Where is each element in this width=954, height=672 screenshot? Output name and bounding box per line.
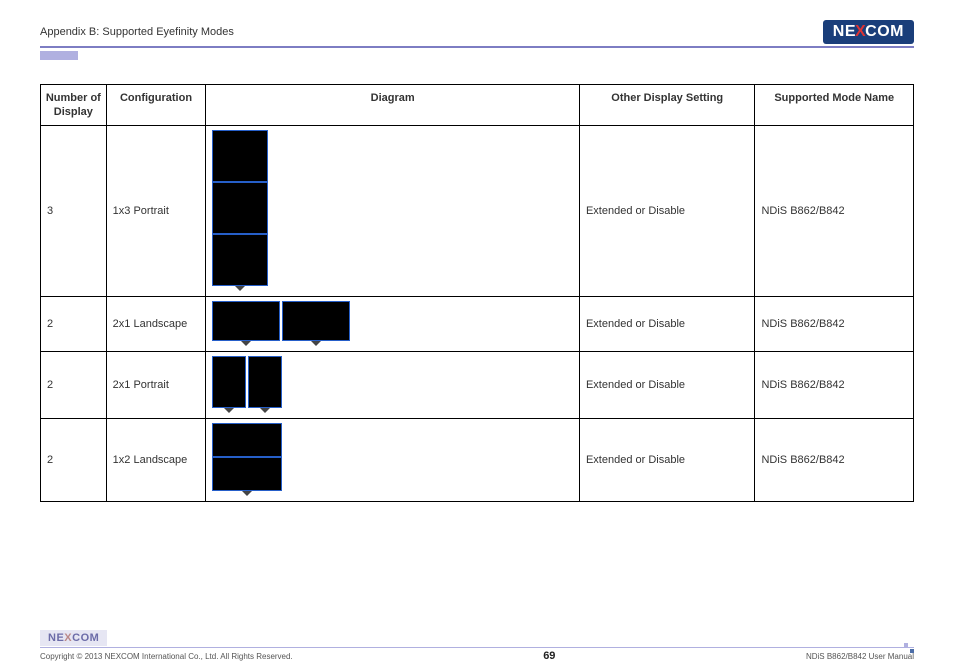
col-head-name: Supported Mode Name [755, 84, 914, 126]
logo-text-pre: NE [833, 23, 856, 41]
col-head-diagram: Diagram [206, 84, 580, 126]
manual-name: NDiS B862/B842 User Manual [806, 652, 914, 661]
monitor-icon [212, 182, 268, 234]
cell-name: NDiS B862/B842 [755, 352, 914, 419]
cell-other: Extended or Disable [579, 126, 755, 297]
cell-number: 2 [41, 352, 107, 419]
monitor-icon [212, 457, 282, 491]
table-row: 3 1x3 Portrait Extended or Disable NDiS … [41, 126, 914, 297]
cell-diagram-2x1-landscape [206, 297, 580, 352]
monitor-icon [212, 301, 280, 341]
col-head-number: Number of Display [41, 84, 107, 126]
copyright-text: Copyright © 2013 NEXCOM International Co… [40, 652, 293, 661]
cell-config: 1x2 Landscape [106, 419, 206, 502]
footer-rule [40, 647, 914, 649]
monitor-icon [248, 356, 282, 408]
logo-text-post: COM [865, 23, 904, 41]
table-row: 2 1x2 Landscape Extended or Disable NDiS… [41, 419, 914, 502]
cell-other: Extended or Disable [579, 297, 755, 352]
monitor-row [212, 301, 573, 341]
cell-diagram-1x3-portrait [206, 126, 580, 297]
eyefinity-modes-table: Number of Display Configuration Diagram … [40, 84, 914, 503]
cell-other: Extended or Disable [579, 419, 755, 502]
header-rule [40, 46, 914, 48]
monitor-icon [212, 234, 268, 286]
cell-config: 1x3 Portrait [106, 126, 206, 297]
cell-number: 3 [41, 126, 107, 297]
cell-name: NDiS B862/B842 [755, 419, 914, 502]
cell-diagram-1x2-landscape [206, 419, 580, 502]
col-head-config: Configuration [106, 84, 206, 126]
col-head-other: Other Display Setting [579, 84, 755, 126]
table-row: 2 2x1 Landscape Extended or Disable NDiS… [41, 297, 914, 352]
cell-config: 2x1 Portrait [106, 352, 206, 419]
page-header: Appendix B: Supported Eyefinity Modes NE… [40, 20, 914, 44]
appendix-title: Appendix B: Supported Eyefinity Modes [40, 26, 234, 38]
monitor-icon [212, 423, 282, 457]
monitor-icon [212, 130, 268, 182]
page-footer: NEXCOM Copyright © 2013 NEXCOM Internati… [40, 630, 914, 663]
cell-config: 2x1 Landscape [106, 297, 206, 352]
footer-corner-icon [904, 643, 914, 653]
monitor-row [212, 356, 573, 408]
header-tab [40, 51, 78, 60]
cell-name: NDiS B862/B842 [755, 126, 914, 297]
cell-number: 2 [41, 297, 107, 352]
page-number: 69 [543, 650, 555, 662]
nexcom-logo: NEXCOM [823, 20, 914, 44]
table-row: 2 2x1 Portrait Extended or Disable NDiS … [41, 352, 914, 419]
monitor-stack [212, 130, 573, 286]
cell-other: Extended or Disable [579, 352, 755, 419]
footer-nexcom-logo: NEXCOM [40, 630, 107, 646]
monitor-stack [212, 423, 573, 491]
cell-number: 2 [41, 419, 107, 502]
logo-text-post: COM [72, 632, 99, 644]
table-header-row: Number of Display Configuration Diagram … [41, 84, 914, 126]
logo-text-pre: NE [48, 632, 64, 644]
monitor-icon [282, 301, 350, 341]
footer-bottom-row: Copyright © 2013 NEXCOM International Co… [40, 650, 914, 662]
logo-text-x: X [64, 632, 72, 644]
monitor-icon [212, 356, 246, 408]
cell-diagram-2x1-portrait [206, 352, 580, 419]
cell-name: NDiS B862/B842 [755, 297, 914, 352]
